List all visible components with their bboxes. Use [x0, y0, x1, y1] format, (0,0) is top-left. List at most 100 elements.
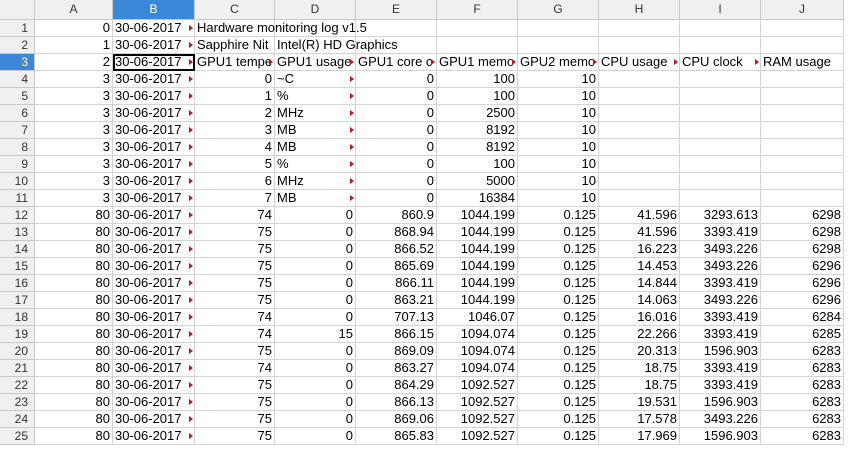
cell-a15[interactable]: 80 [35, 258, 113, 275]
cell-g23[interactable]: 0.125 [518, 394, 599, 411]
cell-i7[interactable] [680, 122, 761, 139]
cell-g3[interactable]: GPU2 memo [518, 54, 599, 71]
cell-i21[interactable]: 3393.419 [680, 360, 761, 377]
cell-g1[interactable] [518, 20, 599, 37]
cell-b7[interactable]: 30-06-2017 [113, 122, 195, 139]
cell-a10[interactable]: 3 [35, 173, 113, 190]
row-header-18[interactable]: 18 [0, 309, 35, 326]
cell-c18[interactable]: 74 [195, 309, 275, 326]
cell-j5[interactable] [761, 88, 844, 105]
cell-a18[interactable]: 80 [35, 309, 113, 326]
row-header-10[interactable]: 10 [0, 173, 35, 190]
select-all-corner[interactable] [0, 0, 35, 20]
cell-g16[interactable]: 0.125 [518, 275, 599, 292]
cell-i10[interactable] [680, 173, 761, 190]
cell-c21[interactable]: 74 [195, 360, 275, 377]
cell-h10[interactable] [599, 173, 680, 190]
cell-j14[interactable]: 6298 [761, 241, 844, 258]
row-header-19[interactable]: 19 [0, 326, 35, 343]
cell-h1[interactable] [599, 20, 680, 37]
cell-h12[interactable]: 41.596 [599, 207, 680, 224]
cell-j3[interactable]: RAM usage [761, 54, 844, 71]
cell-j20[interactable]: 6283 [761, 343, 844, 360]
row-header-24[interactable]: 24 [0, 411, 35, 428]
cell-b5[interactable]: 30-06-2017 [113, 88, 195, 105]
cell-c5[interactable]: 1 [195, 88, 275, 105]
column-header-a[interactable]: A [35, 0, 113, 20]
cell-g18[interactable]: 0.125 [518, 309, 599, 326]
cell-b11[interactable]: 30-06-2017 [113, 190, 195, 207]
cell-c13[interactable]: 75 [195, 224, 275, 241]
cell-g20[interactable]: 0.125 [518, 343, 599, 360]
cell-a9[interactable]: 3 [35, 156, 113, 173]
cell-j19[interactable]: 6285 [761, 326, 844, 343]
cell-h3[interactable]: CPU usage [599, 54, 680, 71]
cell-c17[interactable]: 75 [195, 292, 275, 309]
row-header-8[interactable]: 8 [0, 139, 35, 156]
column-header-f[interactable]: F [437, 0, 518, 20]
cell-j8[interactable] [761, 139, 844, 156]
cell-i1[interactable] [680, 20, 761, 37]
cell-j6[interactable] [761, 105, 844, 122]
cell-b24[interactable]: 30-06-2017 [113, 411, 195, 428]
cell-g12[interactable]: 0.125 [518, 207, 599, 224]
cell-j10[interactable] [761, 173, 844, 190]
cell-a20[interactable]: 80 [35, 343, 113, 360]
cell-h4[interactable] [599, 71, 680, 88]
cell-h8[interactable] [599, 139, 680, 156]
cell-j4[interactable] [761, 71, 844, 88]
row-header-2[interactable]: 2 [0, 37, 35, 54]
cell-d17[interactable]: 0 [275, 292, 356, 309]
column-header-c[interactable]: C [195, 0, 275, 20]
cell-i6[interactable] [680, 105, 761, 122]
cell-a25[interactable]: 80 [35, 428, 113, 445]
cell-b9[interactable]: 30-06-2017 [113, 156, 195, 173]
column-header-g[interactable]: G [518, 0, 599, 20]
cell-d19[interactable]: 15 [275, 326, 356, 343]
cell-f9[interactable]: 100 [437, 156, 518, 173]
cell-b19[interactable]: 30-06-2017 [113, 326, 195, 343]
cell-j15[interactable]: 6296 [761, 258, 844, 275]
cell-f6[interactable]: 2500 [437, 105, 518, 122]
cell-d5[interactable]: % [275, 88, 356, 105]
cell-c11[interactable]: 7 [195, 190, 275, 207]
cell-f4[interactable]: 100 [437, 71, 518, 88]
column-header-i[interactable]: I [680, 0, 761, 20]
cell-h19[interactable]: 22.266 [599, 326, 680, 343]
row-header-16[interactable]: 16 [0, 275, 35, 292]
column-header-j[interactable]: J [761, 0, 844, 20]
cell-d12[interactable]: 0 [275, 207, 356, 224]
cell-g24[interactable]: 0.125 [518, 411, 599, 428]
cell-f7[interactable]: 8192 [437, 122, 518, 139]
cell-b4[interactable]: 30-06-2017 [113, 71, 195, 88]
cell-d9[interactable]: % [275, 156, 356, 173]
cell-d18[interactable]: 0 [275, 309, 356, 326]
row-header-11[interactable]: 11 [0, 190, 35, 207]
cell-i17[interactable]: 3493.226 [680, 292, 761, 309]
cell-h22[interactable]: 18.75 [599, 377, 680, 394]
cell-g15[interactable]: 0.125 [518, 258, 599, 275]
cell-d24[interactable]: 0 [275, 411, 356, 428]
cell-f20[interactable]: 1094.074 [437, 343, 518, 360]
cell-j22[interactable]: 6283 [761, 377, 844, 394]
cell-e13[interactable]: 868.94 [356, 224, 437, 241]
cell-g22[interactable]: 0.125 [518, 377, 599, 394]
cell-d14[interactable]: 0 [275, 241, 356, 258]
cell-d2[interactable]: Intel(R) HD Graphics [275, 37, 398, 54]
cell-e9[interactable]: 0 [356, 156, 437, 173]
cell-b1[interactable]: 30-06-2017 [113, 20, 195, 37]
row-header-22[interactable]: 22 [0, 377, 35, 394]
cell-e21[interactable]: 863.27 [356, 360, 437, 377]
cell-j17[interactable]: 6296 [761, 292, 844, 309]
cell-f14[interactable]: 1044.199 [437, 241, 518, 258]
cell-j24[interactable]: 6283 [761, 411, 844, 428]
cell-a19[interactable]: 80 [35, 326, 113, 343]
cell-j7[interactable] [761, 122, 844, 139]
cell-g2[interactable] [518, 37, 599, 54]
cell-a22[interactable]: 80 [35, 377, 113, 394]
cell-b23[interactable]: 30-06-2017 [113, 394, 195, 411]
row-header-4[interactable]: 4 [0, 71, 35, 88]
cell-e8[interactable]: 0 [356, 139, 437, 156]
cell-h5[interactable] [599, 88, 680, 105]
column-header-e[interactable]: E [356, 0, 437, 20]
